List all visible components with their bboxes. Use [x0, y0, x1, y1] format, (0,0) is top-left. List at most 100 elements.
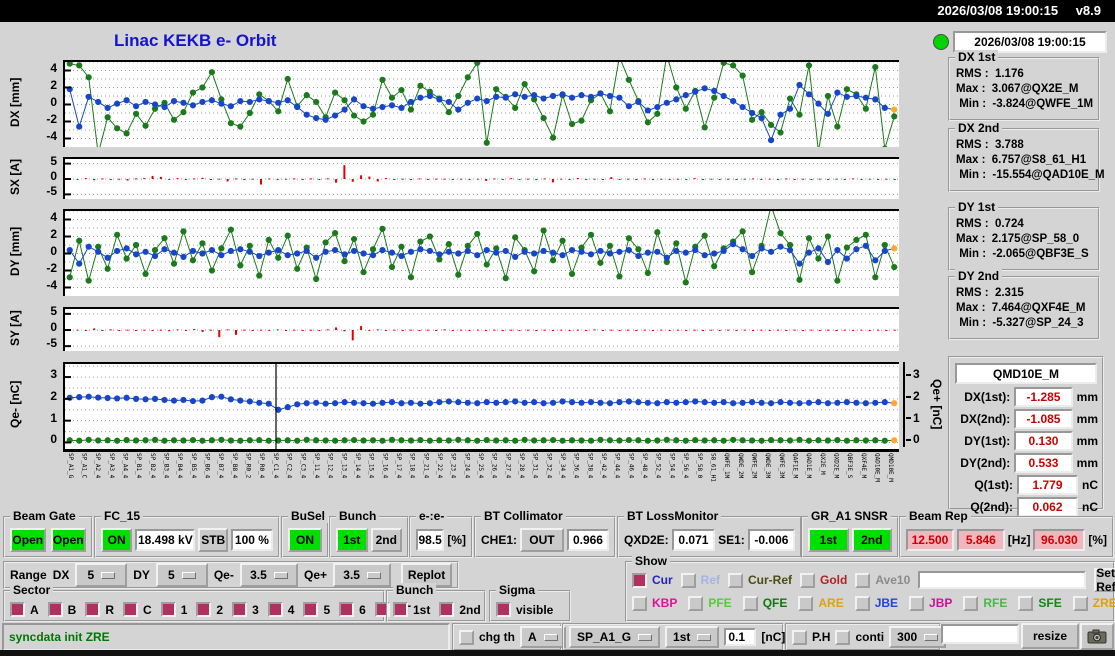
checkbox[interactable] [160, 602, 176, 617]
busel-on-button[interactable]: ON [288, 528, 322, 552]
show-cur-ref[interactable]: Cur-Ref [728, 572, 792, 588]
checkbox[interactable] [728, 572, 744, 588]
checkbox[interactable] [854, 595, 870, 611]
checkbox[interactable] [393, 602, 408, 617]
show-rfe[interactable]: RFE [963, 595, 1007, 611]
tick-label: 1 [906, 411, 920, 425]
chg-th-checkbox-item[interactable]: chg th [459, 629, 515, 645]
checkbox[interactable] [792, 629, 807, 645]
chg-sector-select[interactable]: A [520, 626, 566, 648]
checkbox[interactable] [835, 629, 851, 645]
checkbox[interactable] [798, 595, 814, 611]
bpm-label: SP_21_4 [422, 453, 430, 479]
checkbox[interactable] [439, 602, 455, 617]
checkbox[interactable] [855, 572, 871, 588]
show-jbp[interactable]: JBP [909, 595, 953, 611]
checkbox[interactable] [909, 595, 925, 611]
sector-a[interactable]: A [10, 602, 39, 617]
checkbox[interactable] [459, 629, 474, 645]
fc15-stb-button[interactable]: STB [198, 528, 228, 552]
free-text-input[interactable] [941, 624, 1019, 644]
ph-checkbox-item[interactable]: P.H [792, 629, 830, 645]
set-ref-button[interactable]: Set Ref [1094, 566, 1115, 594]
checkbox[interactable] [963, 595, 979, 611]
che1-out-button[interactable]: OUT [520, 528, 564, 552]
gra1-2nd-button[interactable]: 2nd [851, 528, 892, 552]
tick-label: 3 [50, 367, 57, 382]
sector-2[interactable]: 2 [196, 602, 223, 617]
monitor-label: DX(1st): [964, 390, 1011, 404]
conti-checkbox-item[interactable]: conti [835, 629, 884, 645]
bpm-label: SP_17_4 [394, 453, 402, 479]
bpm-label: SP_31_4 [531, 453, 539, 479]
sector-5[interactable]: 5 [303, 602, 330, 617]
beam-gate-open-button-1[interactable]: Open [10, 528, 46, 552]
bpm-monitor-title: QMD10E_M [955, 363, 1097, 384]
checkbox[interactable] [688, 595, 704, 611]
fc15-on-button[interactable]: ON [101, 528, 133, 552]
show-ave10[interactable]: Ave10 [855, 572, 910, 588]
resize-button[interactable]: resize [1021, 623, 1079, 649]
checkbox[interactable] [800, 572, 816, 588]
sector-3[interactable]: 3 [232, 602, 259, 617]
checkbox[interactable] [10, 602, 25, 617]
checkbox[interactable] [680, 572, 696, 588]
sector-r[interactable]: R [85, 602, 114, 617]
show-jbe[interactable]: JBE [854, 595, 898, 611]
sector-b[interactable]: B [47, 602, 76, 617]
checkbox[interactable] [123, 602, 139, 617]
show-qfe[interactable]: QFE [742, 595, 787, 611]
checkbox[interactable] [47, 602, 63, 617]
checkbox[interactable] [632, 572, 647, 588]
qe-chart [63, 362, 899, 452]
camera-button[interactable] [1080, 623, 1114, 650]
show-are[interactable]: ARE [798, 595, 844, 611]
show-kbp[interactable]: KBP [632, 595, 677, 611]
checkbox[interactable] [1072, 595, 1088, 611]
range-dy-select[interactable]: 5 [155, 563, 208, 587]
checkbox[interactable] [303, 602, 319, 617]
bunch-2nd[interactable]: 2nd [439, 602, 481, 617]
beam-gate-open-button-2[interactable]: Open [50, 528, 86, 552]
show-zre[interactable]: ZRE [1072, 595, 1115, 611]
sector-6[interactable]: 6 [339, 602, 366, 617]
checkbox[interactable] [267, 602, 283, 617]
bt-lossmonitor-panel: BT LossMonitor QXD2E: 0.071 SE1: -0.006 [617, 509, 802, 558]
sigma-visible[interactable]: visible [496, 602, 553, 617]
range-dx-select[interactable]: 5 [75, 563, 128, 587]
show-sfe[interactable]: SFE [1018, 595, 1062, 611]
checkbox[interactable] [85, 602, 101, 617]
sector-1[interactable]: 1 [160, 602, 187, 617]
sector-c[interactable]: C [123, 602, 152, 617]
monitor-value: -1.285 [1014, 387, 1073, 407]
show-ref[interactable]: Ref [680, 572, 720, 588]
bpm-label: SP_B6_4 [203, 453, 211, 479]
checkbox-label: JBP [929, 596, 953, 610]
gra1-1st-button[interactable]: 1st [808, 528, 849, 552]
bunch-1st-button[interactable]: 1st [336, 528, 368, 552]
checkbox[interactable] [496, 602, 511, 617]
bunch-2nd-button[interactable]: 2nd [370, 528, 402, 552]
checkbox[interactable] [196, 602, 212, 617]
show-cur[interactable]: Cur [632, 572, 673, 588]
bunch-1st[interactable]: 1st [393, 602, 430, 617]
sector-4[interactable]: 4 [267, 602, 294, 617]
checkbox[interactable] [1018, 595, 1034, 611]
show-gold[interactable]: Gold [800, 572, 847, 588]
checkbox[interactable] [632, 595, 647, 611]
range-qep-select[interactable]: 3.5 [333, 563, 392, 587]
checkbox[interactable] [232, 602, 248, 617]
count-select[interactable]: 300 [889, 626, 947, 648]
show-pfe[interactable]: PFE [688, 595, 732, 611]
bpm-label: SP_27_4 [504, 453, 512, 479]
range-qem-select[interactable]: 3.5 [239, 563, 299, 587]
checkbox[interactable] [742, 595, 758, 611]
ref-file-input[interactable] [918, 571, 1087, 589]
stat-max: Max : 2.175@SP_58_0 [956, 233, 1080, 245]
threshold-input[interactable] [724, 628, 757, 646]
checkbox[interactable] [339, 602, 355, 617]
checkbox-label: 1st [413, 602, 431, 617]
bpm-name-select[interactable]: SP_A1_G [569, 626, 661, 648]
show-title: Show [632, 554, 670, 568]
bpm-bunch-select[interactable]: 1st [665, 626, 720, 648]
